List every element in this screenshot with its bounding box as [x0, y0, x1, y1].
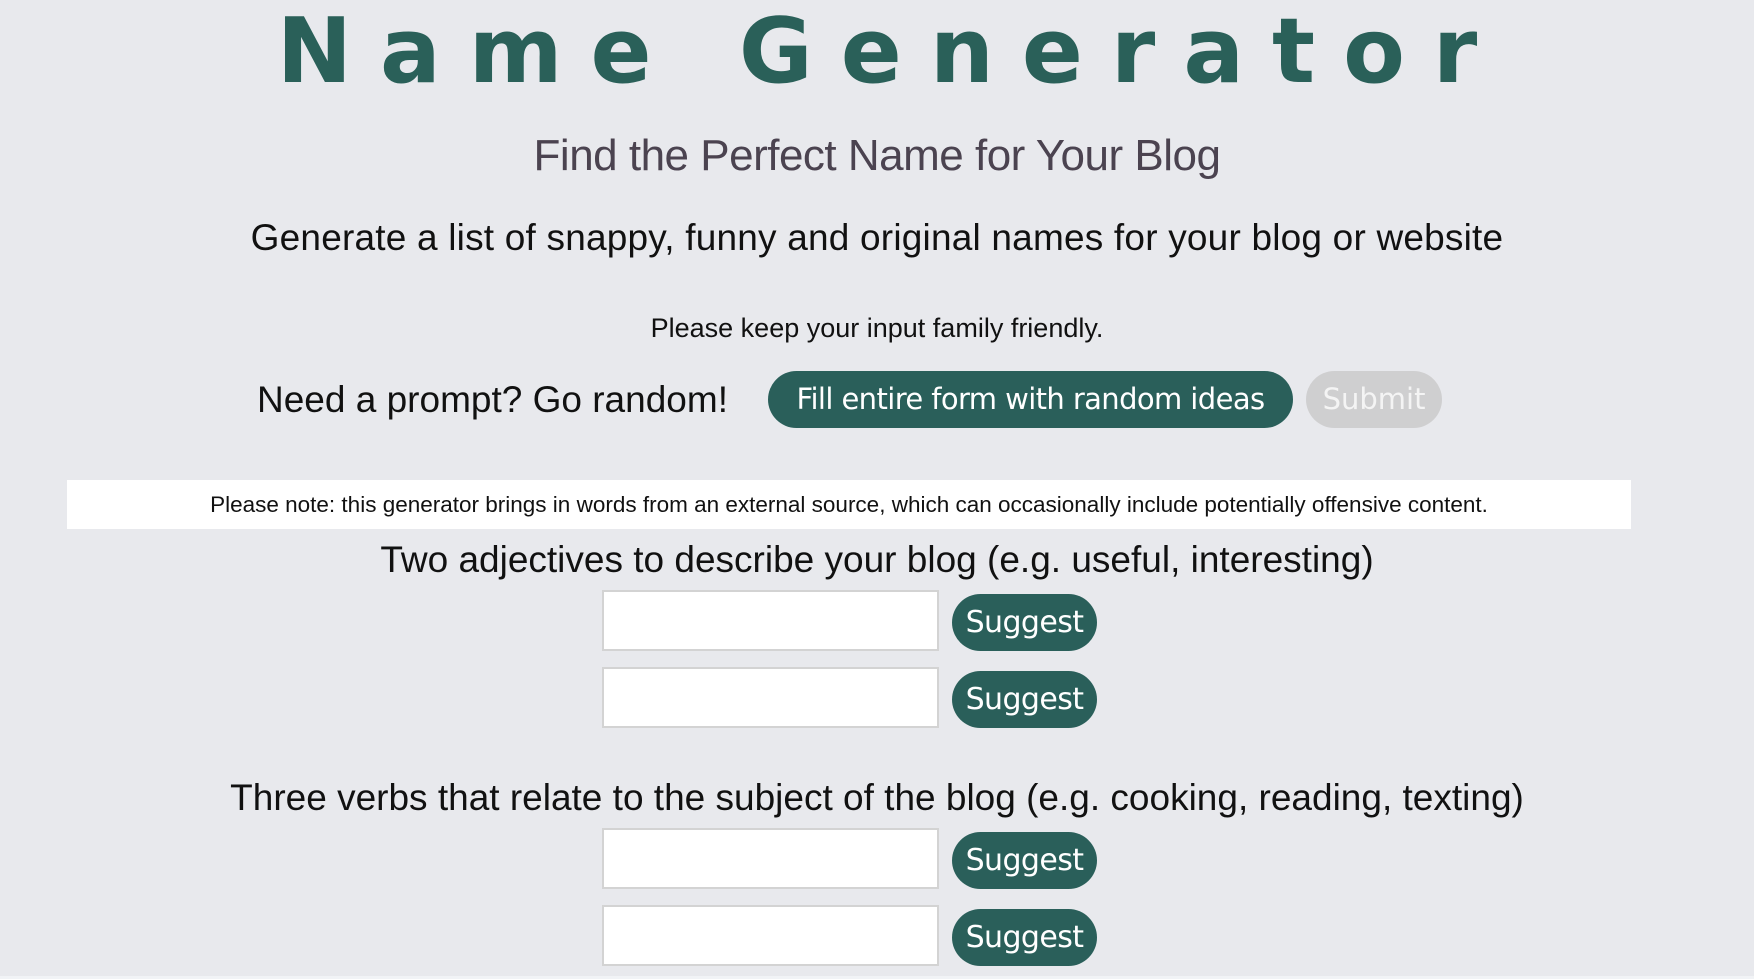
- offensive-content-notice: Please note: this generator brings in wo…: [67, 480, 1631, 529]
- page-title: Name Generator: [276, 0, 1506, 104]
- page-description: Generate a list of snappy, funny and ori…: [250, 217, 1504, 258]
- suggest-verb-2-button[interactable]: Suggest: [952, 909, 1097, 966]
- page-subtitle: Find the Perfect Name for Your Blog: [533, 131, 1221, 180]
- verb-input-2[interactable]: [602, 905, 939, 966]
- family-friendly-note: Please keep your input family friendly.: [650, 313, 1104, 343]
- suggest-adjective-2-button[interactable]: Suggest: [952, 671, 1097, 728]
- verbs-label: Three verbs that relate to the subject o…: [230, 777, 1524, 818]
- adjective-input-1[interactable]: [602, 590, 939, 651]
- verb-input-1[interactable]: [602, 828, 939, 889]
- random-prompt-text: Need a prompt? Go random!: [257, 379, 728, 420]
- fill-random-ideas-button[interactable]: Fill entire form with random ideas: [768, 371, 1293, 428]
- notice-text: Please note: this generator brings in wo…: [210, 492, 1488, 517]
- suggest-adjective-1-button[interactable]: Suggest: [952, 594, 1097, 651]
- submit-button[interactable]: Submit: [1306, 371, 1442, 428]
- suggest-verb-1-button[interactable]: Suggest: [952, 832, 1097, 889]
- adjectives-label: Two adjectives to describe your blog (e.…: [380, 539, 1374, 580]
- adjective-input-2[interactable]: [602, 667, 939, 728]
